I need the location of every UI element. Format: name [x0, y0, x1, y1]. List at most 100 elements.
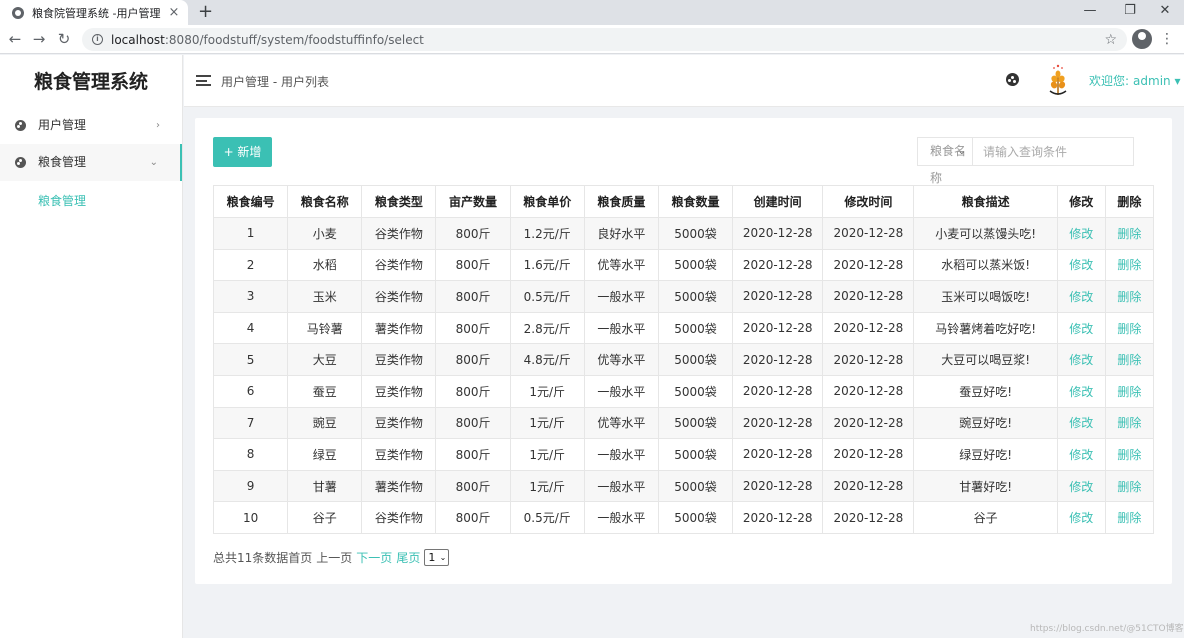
edit-link[interactable]: 修改	[1056, 248, 1106, 282]
edit-link[interactable]: 修改	[1056, 406, 1106, 440]
delete-link[interactable]: 删除	[1104, 501, 1155, 534]
next-page-link[interactable]: 下一页	[356, 549, 392, 566]
table-row: 1 小麦 谷类作物 800斤 1.2元/斤 良好水平 5000袋 2020-12-28 2020…	[212, 217, 1155, 250]
profile-avatar-icon[interactable]	[1132, 29, 1152, 49]
last-page-link[interactable]: 尾页	[396, 549, 420, 566]
address-bar[interactable]: i localhost:8080/foodstuff/system/foodst…	[82, 28, 1127, 51]
sidebar-item-label: 粮食管理	[38, 155, 87, 169]
column-header: 修改	[1056, 185, 1106, 218]
table-cell: 水稻可以蒸米饭!	[913, 248, 1058, 282]
table-cell: 1元/斤	[509, 469, 585, 503]
table-cell: 2020-12-28	[732, 374, 824, 408]
top-header: 用户管理 - 用户列表 欢迎您: admin ▾	[184, 55, 1184, 107]
reload-icon[interactable]: ↻	[53, 28, 75, 50]
delete-link[interactable]: 删除	[1104, 343, 1155, 376]
edit-link[interactable]: 修改	[1056, 374, 1106, 408]
main-panel: + 新增 粮食名称 ⌄ 粮食编号粮食名称粮食类型亩产数量粮食单价粮食质量粮食数量…	[195, 118, 1172, 584]
table-cell: 大豆可以喝豆浆!	[913, 343, 1058, 376]
column-header: 粮食质量	[583, 185, 659, 218]
delete-link[interactable]: 删除	[1104, 374, 1155, 408]
delete-link[interactable]: 删除	[1104, 438, 1155, 471]
table-cell: 0.5元/斤	[509, 501, 585, 534]
browser-tab[interactable]: 粮食院管理系统 -用户管理 ×	[0, 0, 188, 25]
back-icon[interactable]: ←	[4, 28, 26, 50]
table-cell: 800斤	[435, 469, 511, 503]
edit-link[interactable]: 修改	[1056, 438, 1106, 471]
tab-close-icon[interactable]: ×	[166, 5, 182, 20]
table-cell: 6	[212, 374, 289, 408]
table-cell: 5000袋	[657, 343, 734, 376]
table-cell: 2020-12-28	[822, 501, 915, 534]
table-cell: 2020-12-28	[822, 343, 915, 376]
sidebar-item-user-management[interactable]: 用户管理 ›	[0, 107, 182, 144]
bookmark-star-icon[interactable]: ☆	[1104, 32, 1117, 48]
table-cell: 蚕豆	[287, 374, 363, 408]
forward-icon[interactable]: →	[28, 28, 50, 50]
delete-link[interactable]: 删除	[1104, 469, 1155, 503]
table-cell: 2	[212, 248, 289, 282]
pager-summary: 总共11条数据首页	[213, 551, 313, 565]
search-input[interactable]	[973, 138, 1133, 165]
table-cell: 800斤	[435, 343, 511, 376]
url-text[interactable]: localhost:8080/foodstuff/system/foodstuf…	[111, 33, 1104, 47]
search-field-select[interactable]: 粮食名称 ⌄	[918, 138, 973, 185]
table-cell: 5	[212, 343, 289, 376]
edit-link[interactable]: 修改	[1056, 217, 1106, 250]
table-cell: 玉米	[287, 280, 363, 313]
table-cell: 8	[212, 438, 289, 471]
table-cell: 5000袋	[657, 217, 734, 250]
table-row: 2 水稻 谷类作物 800斤 1.6元/斤 优等水平 5000袋 2020-12-28 2020…	[212, 248, 1155, 282]
column-header: 删除	[1104, 185, 1155, 218]
table-row: 6 蚕豆 豆类作物 800斤 1元/斤 一般水平 5000袋 2020-12-28 2020-1…	[212, 374, 1155, 408]
table-cell: 5000袋	[657, 248, 734, 282]
table-cell: 9	[212, 469, 289, 503]
app-brand: 粮食管理系统	[33, 71, 148, 93]
pagination: 总共11条数据首页 上一页 下一页 尾页 1 ⌄	[213, 549, 450, 566]
window-close-icon[interactable]: ✕	[1150, 2, 1180, 20]
table-cell: 马铃薯烤着吃好吃!	[913, 311, 1058, 345]
wheat-logo-icon	[1049, 64, 1067, 95]
delete-link[interactable]: 删除	[1104, 406, 1155, 440]
edit-link[interactable]: 修改	[1056, 343, 1106, 376]
sidebar: 粮食管理系统 用户管理 › 粮食管理 ⌄ 粮食管理	[0, 55, 183, 638]
table-cell: 2020-12-28	[822, 311, 915, 345]
delete-link[interactable]: 删除	[1104, 217, 1155, 250]
info-icon[interactable]: i	[92, 34, 103, 45]
table-cell: 2020-12-28	[822, 406, 915, 440]
table-cell: 薯类作物	[361, 469, 437, 503]
delete-link[interactable]: 删除	[1104, 280, 1155, 313]
new-tab-icon[interactable]: +	[198, 1, 213, 23]
table-cell: 800斤	[435, 217, 511, 250]
sidebar-item-food-management[interactable]: 粮食管理 ⌄	[0, 144, 182, 181]
browser-menu-icon[interactable]: ⋮	[1160, 29, 1174, 49]
add-button[interactable]: + 新增	[213, 137, 272, 167]
edit-link[interactable]: 修改	[1056, 501, 1106, 534]
menu-toggle-icon[interactable]	[196, 75, 211, 86]
delete-link[interactable]: 删除	[1104, 248, 1155, 282]
edit-link[interactable]: 修改	[1056, 280, 1106, 313]
theme-palette-icon[interactable]	[1006, 73, 1019, 86]
table-cell: 1	[212, 217, 289, 250]
table-cell: 2020-12-28	[732, 217, 824, 250]
delete-link[interactable]: 删除	[1104, 311, 1155, 345]
user-menu[interactable]: 欢迎您: admin ▾	[1089, 72, 1181, 89]
table-cell: 豌豆	[287, 406, 363, 440]
column-header: 粮食编号	[212, 185, 289, 218]
chevron-down-icon: ⌄	[957, 146, 966, 157]
table-cell: 10	[212, 501, 289, 534]
prev-page-link[interactable]: 上一页	[316, 549, 352, 566]
search-box: 粮食名称 ⌄	[917, 137, 1134, 185]
table-cell: 800斤	[435, 438, 511, 471]
sidebar-subitem-food-management[interactable]: 粮食管理	[0, 181, 182, 221]
edit-link[interactable]: 修改	[1056, 469, 1106, 503]
table-cell: 800斤	[435, 248, 511, 282]
table-cell: 800斤	[435, 280, 511, 313]
table-cell: 2.8元/斤	[509, 311, 585, 345]
minimize-icon[interactable]: —	[1075, 2, 1105, 20]
maximize-icon[interactable]: ❐	[1115, 2, 1145, 20]
column-header: 粮食描述	[913, 185, 1058, 218]
page-select[interactable]: 1 ⌄	[424, 549, 450, 566]
table-cell: 一般水平	[583, 469, 659, 503]
table-cell: 一般水平	[583, 501, 659, 534]
edit-link[interactable]: 修改	[1056, 311, 1106, 345]
